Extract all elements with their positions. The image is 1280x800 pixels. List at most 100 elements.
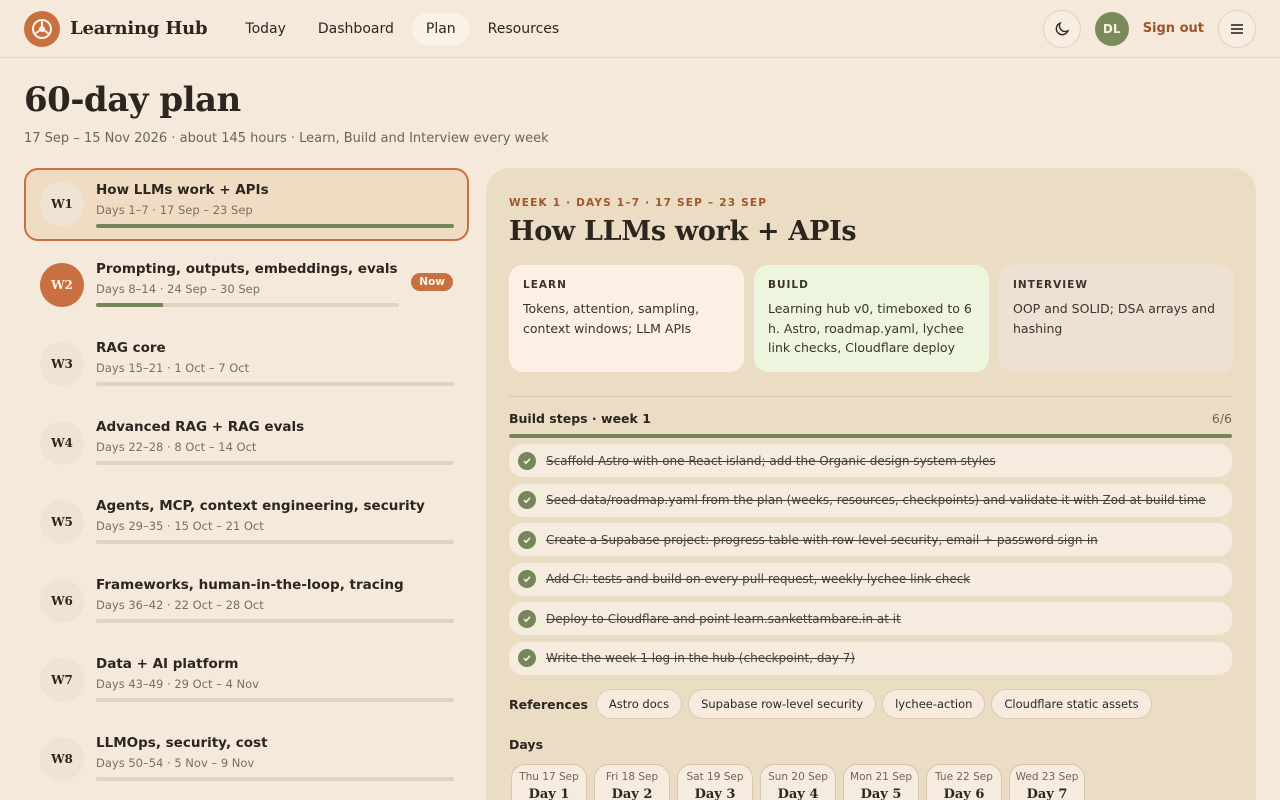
build-step[interactable]: Scaffold Astro with one React island; ad…: [509, 444, 1232, 477]
week-meta: Days 29–35 · 15 Oct – 21 Oct: [96, 519, 264, 533]
week-item-4[interactable]: W4 Advanced RAG + RAG evals Days 22–28 ·…: [24, 405, 469, 484]
page-title: 60-day plan: [24, 80, 241, 120]
learn-card: LEARN Tokens, attention, sampling, conte…: [509, 265, 744, 372]
avatar[interactable]: DL: [1094, 11, 1129, 46]
week-progress-bar: [96, 461, 454, 465]
build-step[interactable]: Write the week 1 log in the hub (checkpo…: [509, 641, 1232, 675]
card-text: Tokens, attention, sampling, context win…: [523, 301, 700, 336]
week-item-5[interactable]: W5 Agents, MCP, context engineering, sec…: [24, 484, 469, 563]
menu-icon: [1231, 23, 1243, 34]
week-detail-title: How LLMs work + APIs: [509, 216, 857, 247]
reference-chip[interactable]: Astro docs: [595, 689, 683, 719]
logo-icon: [24, 10, 60, 47]
week-meta: Days 36–42 · 22 Oct – 28 Oct: [96, 598, 264, 612]
check-icon[interactable]: [518, 649, 536, 668]
week-meta: Days 15–21 · 1 Oct – 7 Oct: [96, 361, 250, 375]
focus-cards: LEARN Tokens, attention, sampling, conte…: [509, 265, 1234, 372]
week-title: Advanced RAG + RAG evals: [96, 419, 305, 435]
day-card[interactable]: Sun 20 Sep Day 4: [760, 764, 836, 800]
day-date: Fri 18 Sep: [605, 771, 659, 783]
day-number: Day 7: [1026, 787, 1068, 800]
check-icon[interactable]: [518, 609, 536, 628]
week-title: Frameworks, human-in-the-loop, tracing: [96, 577, 404, 593]
week-badge: W6: [40, 579, 84, 623]
build-step-text: Scaffold Astro with one React island; ad…: [546, 453, 996, 468]
week-item-3[interactable]: W3 RAG core Days 15–21 · 1 Oct – 7 Oct: [24, 326, 469, 405]
brand-name: Learning Hub: [70, 18, 208, 39]
check-icon[interactable]: [518, 570, 536, 589]
moon-icon: [1055, 21, 1069, 35]
week-detail-panel: WEEK 1 · DAYS 1–7 · 17 SEP – 23 SEP How …: [486, 168, 1256, 800]
nav-dashboard[interactable]: Dashboard: [304, 13, 408, 45]
build-step[interactable]: Create a Supabase project: progress tabl…: [509, 523, 1232, 557]
page-subtitle: 17 Sep – 15 Nov 2026 · about 145 hours ·…: [24, 131, 549, 146]
week-item-7[interactable]: W7 Data + AI platform Days 43–49 · 29 Oc…: [24, 642, 469, 721]
week-item-8[interactable]: W8 LLMOps, security, cost Days 50–54 · 5…: [24, 721, 469, 800]
card-text: Learning hub v0, timeboxed to 6 h. Astro…: [768, 301, 972, 355]
week-badge: W1: [40, 182, 84, 226]
reference-chip[interactable]: Supabase row-level security: [688, 689, 877, 719]
build-step-text: Write the week 1 log in the hub (checkpo…: [546, 651, 856, 666]
day-number: Day 5: [860, 787, 902, 800]
day-card[interactable]: Fri 18 Sep Day 2: [594, 764, 670, 800]
build-step-text: Create a Supabase project: progress tabl…: [546, 532, 1098, 547]
day-number: Day 1: [528, 787, 570, 800]
day-card[interactable]: Wed 23 Sep Day 7: [1009, 764, 1085, 800]
menu-button[interactable]: [1218, 9, 1256, 48]
references: References Astro docs Supabase row-level…: [509, 689, 1152, 719]
build-step[interactable]: Add CI: tests and build on every pull re…: [509, 562, 1232, 596]
week-progress-bar: [96, 777, 454, 781]
top-bar: Learning Hub Today Dashboard Plan Resour…: [0, 0, 1280, 58]
build-steps-progress-bar: [509, 434, 1232, 438]
week-item-2[interactable]: W2 Prompting, outputs, embeddings, evals…: [24, 247, 469, 326]
divider: [509, 396, 1232, 397]
week-progress-bar: [96, 540, 454, 544]
card-label: LEARN: [523, 279, 567, 291]
week-progress-bar: [96, 303, 399, 307]
week-title: How LLMs work + APIs: [96, 182, 269, 198]
week-badge: W5: [40, 500, 84, 544]
nav-today[interactable]: Today: [231, 13, 300, 45]
day-card[interactable]: Sat 19 Sep Day 3: [677, 764, 753, 800]
day-card[interactable]: Tue 22 Sep Day 6: [926, 764, 1002, 800]
day-number: Day 6: [943, 787, 985, 800]
week-meta: Days 50–54 · 5 Nov – 9 Nov: [96, 756, 255, 770]
week-meta: Days 22–28 · 8 Oct – 14 Oct: [96, 440, 257, 454]
week-item-6[interactable]: W6 Frameworks, human-in-the-loop, tracin…: [24, 563, 469, 642]
week-progress-bar: [96, 382, 454, 386]
day-card[interactable]: Thu 17 Sep Day 1: [511, 764, 587, 800]
build-step[interactable]: Deploy to Cloudflare and point learn.san…: [509, 602, 1232, 636]
build-step-text: Deploy to Cloudflare and point learn.san…: [546, 611, 901, 626]
week-title: Data + AI platform: [96, 656, 239, 672]
week-item-1[interactable]: W1 How LLMs work + APIs Days 1–7 · 17 Se…: [24, 168, 469, 241]
week-title: RAG core: [96, 340, 166, 356]
theme-toggle-button[interactable]: [1042, 9, 1081, 48]
build-step-text: Seed data/roadmap.yaml from the plan (we…: [546, 493, 1206, 508]
reference-chip[interactable]: Cloudflare static assets: [991, 689, 1152, 719]
day-date: Tue 22 Sep: [935, 771, 993, 783]
days-label: Days: [509, 737, 544, 752]
nav-plan[interactable]: Plan: [411, 12, 470, 45]
brand[interactable]: Learning Hub: [24, 10, 208, 47]
card-label: INTERVIEW: [1013, 279, 1088, 291]
references-label: References: [509, 696, 588, 712]
day-card[interactable]: Mon 21 Sep Day 5: [843, 764, 919, 800]
sign-out-link[interactable]: Sign out: [1143, 21, 1204, 36]
check-icon[interactable]: [518, 491, 536, 510]
build-step[interactable]: Seed data/roadmap.yaml from the plan (we…: [509, 483, 1232, 517]
build-card: BUILD Learning hub v0, timeboxed to 6 h.…: [754, 265, 989, 372]
main-nav: Today Dashboard Plan Resources: [231, 12, 574, 45]
build-steps-list: Scaffold Astro with one React island; ad…: [509, 444, 1232, 682]
week-title: Prompting, outputs, embeddings, evals: [96, 261, 398, 277]
week-meta: Days 43–49 · 29 Oct – 4 Nov: [96, 677, 259, 691]
day-date: Mon 21 Sep: [850, 771, 912, 783]
check-icon[interactable]: [518, 530, 536, 549]
week-list: W1 How LLMs work + APIs Days 1–7 · 17 Se…: [24, 168, 469, 800]
reference-chip[interactable]: lychee-action: [882, 689, 986, 719]
header-actions: DL Sign out: [1042, 9, 1256, 48]
week-badge: W4: [40, 421, 84, 465]
check-icon[interactable]: [518, 451, 536, 470]
week-badge: W7: [40, 658, 84, 702]
nav-resources[interactable]: Resources: [474, 13, 574, 45]
week-progress-bar: [96, 619, 454, 623]
